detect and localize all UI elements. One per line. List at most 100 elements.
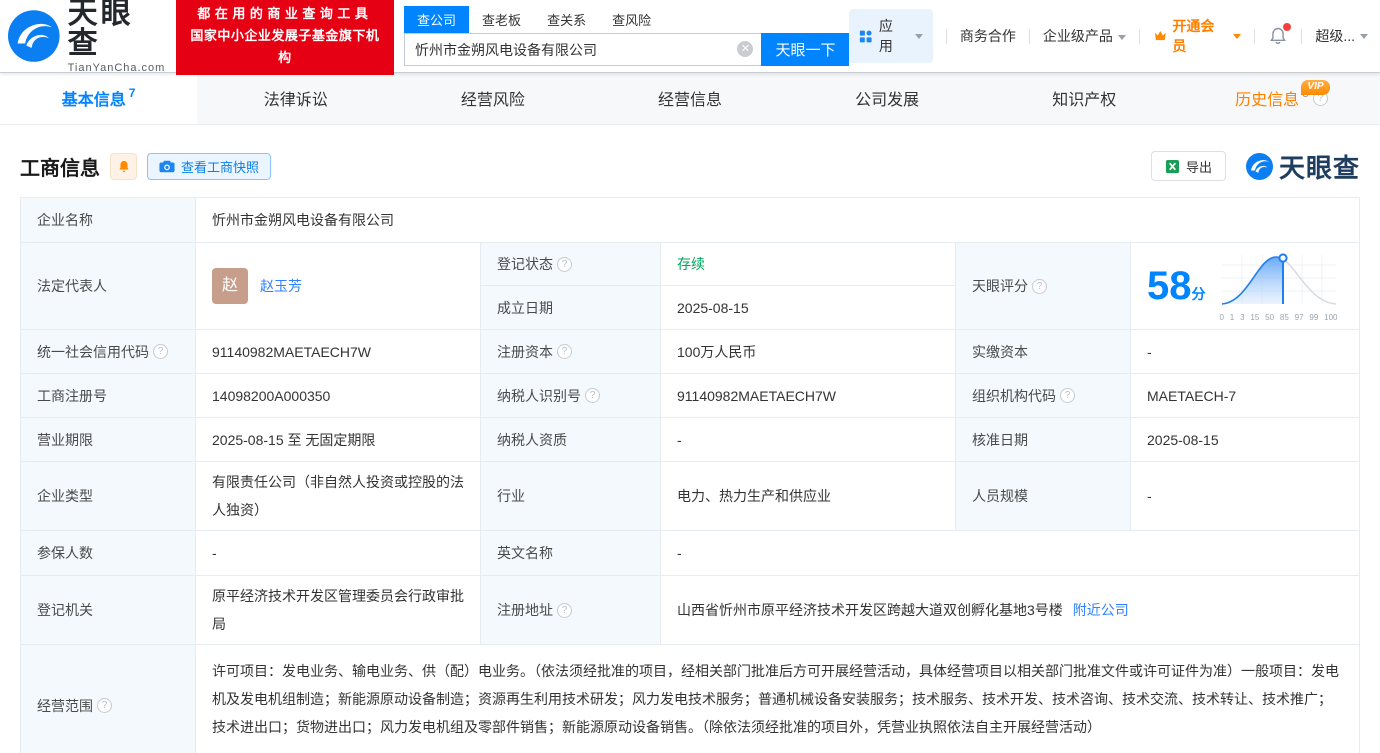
snapshot-button-label: 查看工商快照 <box>181 157 259 176</box>
reg-number-value: 14098200A000350 <box>196 374 481 417</box>
tianyancha-watermark: 天眼查 <box>1246 148 1360 185</box>
business-scope-label: 经营范围 <box>21 645 196 753</box>
search-tabs: 查公司 查老板 查关系 查风险 <box>404 6 849 33</box>
help-icon[interactable] <box>557 603 572 618</box>
section-title: 工商信息 <box>20 152 100 181</box>
taxpayer-id-label: 纳税人识别号 <box>481 374 661 417</box>
open-vip-button[interactable]: 开通会员 <box>1153 16 1242 56</box>
insured-count-value: - <box>196 531 481 575</box>
tab-basic-info[interactable]: 基本信息 7 <box>0 72 197 124</box>
tab-count: 7 <box>129 86 136 100</box>
nav-item-enterprise[interactable]: 企业级产品 <box>1043 26 1126 46</box>
taxpayer-id-label-text: 纳税人识别号 <box>497 382 581 410</box>
user-label: 超级... <box>1315 26 1355 46</box>
monitor-bell-button[interactable] <box>110 153 137 180</box>
score-axis-labels: 0131550859799100 <box>1220 313 1338 322</box>
help-icon[interactable] <box>585 388 600 403</box>
search-area: 查公司 查老板 查关系 查风险 天眼一下 <box>404 6 849 66</box>
chevron-down-icon <box>915 34 923 39</box>
reg-status-value: 存续 <box>661 243 955 285</box>
reg-authority-value: 原平经济技术开发区管理委员会行政审批局 <box>196 576 481 644</box>
apps-menu[interactable]: 应用 <box>849 9 932 63</box>
enterprise-label: 企业级产品 <box>1043 28 1113 44</box>
approval-date-value: 2025-08-15 <box>1131 418 1359 461</box>
business-scope-value: 许可项目：发电业务、输电业务、供（配）电业务。（依法须经批准的项目，经相关部门批… <box>196 645 1359 753</box>
tab-business-risk[interactable]: 经营风险 <box>394 72 591 124</box>
reg-address-label-text: 注册地址 <box>497 596 553 624</box>
help-icon[interactable] <box>557 344 572 359</box>
tab-intellectual-property[interactable]: 知识产权 <box>986 72 1183 124</box>
search-tab-company[interactable]: 查公司 <box>404 6 469 33</box>
tab-label: 公司发展 <box>855 86 919 110</box>
insured-count-label: 参保人数 <box>21 531 196 575</box>
org-code-label: 组织机构代码 <box>956 374 1131 417</box>
org-code-label-text: 组织机构代码 <box>972 382 1056 410</box>
tab-label: 基本信息 <box>62 86 126 110</box>
score-label: 天眼评分 <box>956 243 1131 329</box>
table-row: 参保人数 - 英文名称 - <box>21 531 1359 576</box>
tianyancha-swirl-icon <box>1246 153 1273 180</box>
tab-legal-proceedings[interactable]: 法律诉讼 <box>197 72 394 124</box>
top-right-nav: 应用 商务合作 企业级产品 开通会员 超级... <box>849 9 1368 63</box>
camera-icon <box>159 160 175 173</box>
industry-value: 电力、热力生产和供应业 <box>661 462 956 530</box>
notification-bell[interactable] <box>1268 26 1288 46</box>
score-curve <box>1220 251 1338 307</box>
tab-company-development[interactable]: 公司发展 <box>789 72 986 124</box>
chevron-down-icon <box>1118 35 1126 40</box>
taxpayer-quality-label: 纳税人资质 <box>481 418 661 461</box>
user-account-menu[interactable]: 超级... <box>1315 26 1368 46</box>
excel-icon <box>1165 159 1180 174</box>
score-value-cell[interactable]: 58分 <box>1131 243 1359 329</box>
score-label-text: 天眼评分 <box>972 272 1028 300</box>
credit-code-value: 91140982MAETAECH7W <box>196 330 481 373</box>
legal-rep-link[interactable]: 赵玉芳 <box>260 272 302 300</box>
table-row: 工商注册号 14098200A000350 纳税人识别号 91140982MAE… <box>21 374 1359 418</box>
help-icon[interactable] <box>1032 279 1047 294</box>
tianyancha-logo[interactable]: 天眼查 TianYanCha.com <box>8 0 166 74</box>
search-tab-relation[interactable]: 查关系 <box>534 6 599 33</box>
establish-date-label: 成立日期 <box>481 286 661 329</box>
avatar[interactable]: 赵 <box>212 268 248 304</box>
nav-item-cooperation[interactable]: 商务合作 <box>960 26 1016 46</box>
view-snapshot-button[interactable]: 查看工商快照 <box>147 153 271 180</box>
table-row: 法定代表人 赵 赵玉芳 登记状态 存续 成立日期 2025-08-15 <box>21 243 1359 330</box>
vip-crown-icon <box>1153 28 1168 44</box>
export-button[interactable]: 导出 <box>1151 151 1226 181</box>
business-info-table: 企业名称 忻州市金朔风电设备有限公司 法定代表人 赵 赵玉芳 登记状态 存续 成… <box>20 197 1360 753</box>
tab-label: 历史信息 <box>1235 86 1299 110</box>
help-icon[interactable] <box>153 344 168 359</box>
tab-business-info[interactable]: 经营信息 <box>591 72 788 124</box>
paid-capital-label: 实缴资本 <box>956 330 1131 373</box>
reg-authority-label: 登记机关 <box>21 576 196 644</box>
help-icon[interactable] <box>97 698 112 713</box>
paid-capital-value: - <box>1131 330 1359 373</box>
help-icon[interactable] <box>1060 388 1075 403</box>
table-row: 营业期限 2025-08-15 至 无固定期限 纳税人资质 - 核准日期 202… <box>21 418 1359 462</box>
search-tab-boss[interactable]: 查老板 <box>469 6 534 33</box>
company-name-value: 忻州市金朔风电设备有限公司 <box>196 198 1359 242</box>
chevron-down-icon <box>1360 34 1368 39</box>
watermark-label: 天眼查 <box>1279 148 1360 185</box>
reg-capital-label: 注册资本 <box>481 330 661 373</box>
company-type-value: 有限责任公司（非自然人投资或控股的法人独资） <box>196 462 481 530</box>
legal-rep-label: 法定代表人 <box>21 243 196 329</box>
vip-badge: VIP <box>1301 80 1329 95</box>
chevron-down-icon <box>1233 34 1241 39</box>
help-icon[interactable] <box>557 257 572 272</box>
search-button[interactable]: 天眼一下 <box>761 33 849 66</box>
tab-label: 知识产权 <box>1052 86 1116 110</box>
company-type-label: 企业类型 <box>21 462 196 530</box>
logo-title: 天眼查 <box>68 0 166 59</box>
legal-rep-value: 赵 赵玉芳 <box>196 243 481 329</box>
tab-label: 经营风险 <box>461 86 525 110</box>
business-scope-label-text: 经营范围 <box>37 692 93 720</box>
nearby-companies-link[interactable]: 附近公司 <box>1073 596 1129 624</box>
establish-date-value: 2025-08-15 <box>661 286 955 329</box>
search-input[interactable] <box>404 33 761 66</box>
top-header: 天眼查 TianYanCha.com 都在用的商业查询工具 国家中小企业发展子基… <box>0 0 1380 72</box>
approval-date-label: 核准日期 <box>956 418 1131 461</box>
apps-grid-icon <box>859 29 872 44</box>
search-tab-risk[interactable]: 查风险 <box>599 6 664 33</box>
tab-history-info[interactable]: 历史信息 3 VIP <box>1183 72 1380 124</box>
